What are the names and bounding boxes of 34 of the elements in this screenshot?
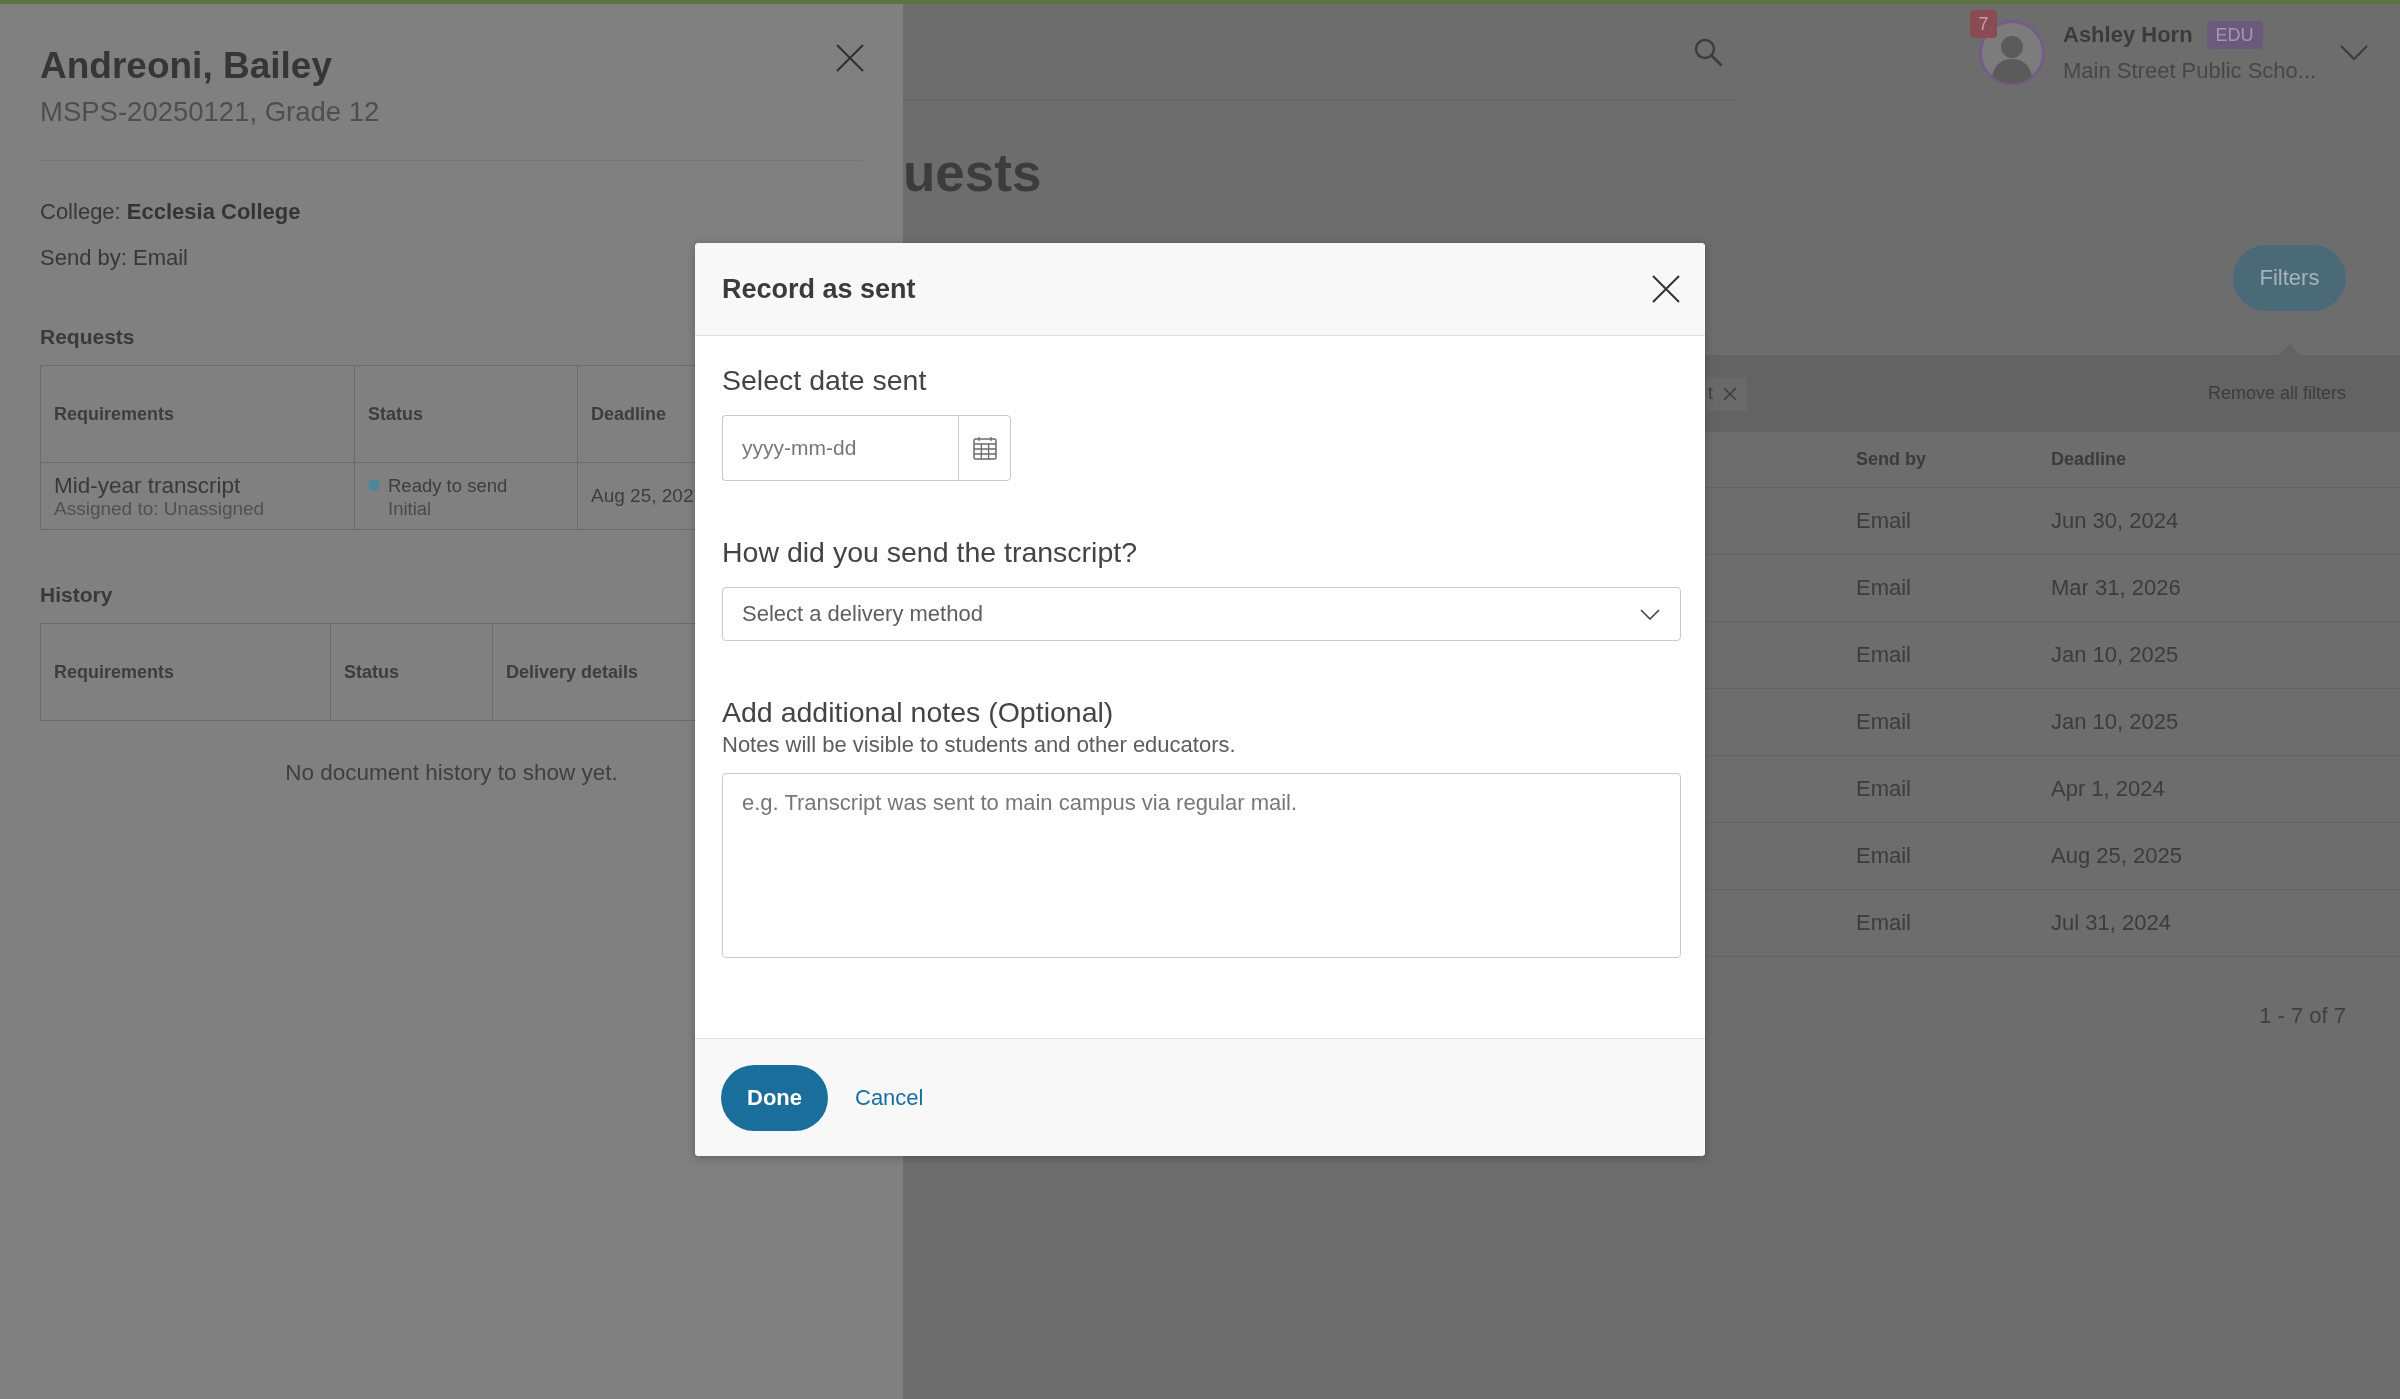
search-icon[interactable] <box>1694 38 1722 66</box>
done-button[interactable]: Done <box>721 1064 828 1131</box>
date-field[interactable]: yyyy-mm-dd <box>722 415 958 481</box>
close-icon[interactable] <box>1652 275 1680 303</box>
column-header: Deadline <box>591 403 667 425</box>
field-label: How did you send the transcript? <box>722 535 1138 569</box>
cancel-link[interactable]: Cancel <box>855 1084 924 1111</box>
column-header: Delivery details <box>506 661 639 683</box>
section-heading: Requests <box>40 324 135 350</box>
empty-state-text: No document history to show yet. <box>285 759 618 787</box>
status-text: Ready to send <box>388 473 508 498</box>
column-header: Status <box>344 661 399 683</box>
chevron-down-icon <box>1640 608 1660 620</box>
calendar-icon[interactable] <box>972 436 997 460</box>
notification-badge: 7 <box>1970 9 1997 38</box>
calendar-button[interactable] <box>958 415 1011 481</box>
send-by-text: Send by: Email <box>40 244 188 272</box>
section-heading: History <box>40 582 113 608</box>
field-label: Select date sent <box>722 363 927 397</box>
field-label: Add additional notes (Optional) <box>722 695 1114 729</box>
column-header: Requirements <box>54 403 175 425</box>
student-name: Andreoni, Bailey <box>40 44 332 88</box>
select-field[interactable]: Select a delivery method <box>722 587 1681 641</box>
column-header: Status <box>368 403 423 425</box>
chevron-down-icon[interactable] <box>2340 44 2368 61</box>
field-hint: Notes will be visible to students and other educators. <box>722 732 1236 758</box>
table-cell: Aug 25, 202 <box>591 484 694 508</box>
column-header: Requirements <box>54 661 175 683</box>
college-text: College: Ecclesia College <box>40 198 301 226</box>
dialog-title: Record as sent <box>722 273 916 305</box>
role-badge: EDU <box>2206 20 2263 49</box>
notes-field[interactable]: e.g. Transcript was sent to main campus via regular mail. <box>722 773 1681 958</box>
requirement-name: Mid-year transcript <box>54 472 241 498</box>
filters-button[interactable]: Filters <box>2233 245 2346 311</box>
